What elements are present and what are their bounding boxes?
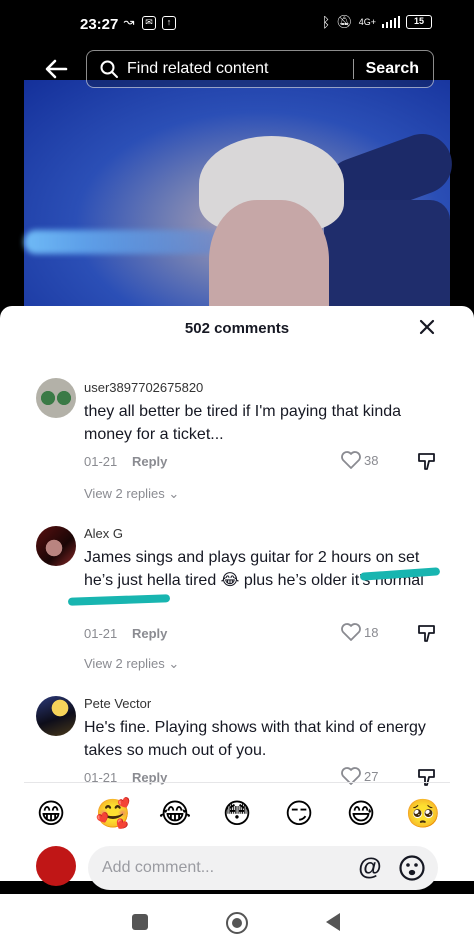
emoji-grin-button[interactable]: 😁 [31, 797, 71, 830]
battery-icon: 15 [406, 15, 432, 29]
video-frame [24, 80, 461, 314]
home-icon[interactable] [226, 912, 248, 934]
comment-text: He's fine. Playing shows with that kind … [84, 719, 426, 759]
network-type: 4G+ [358, 17, 376, 27]
comments-count-title: 502 comments [184, 320, 290, 337]
comment-composer: @ [0, 842, 474, 894]
status-bar: 23:27 ↝ ✉ ↑ ᛒ 🔕︎ 4G+ 15 [0, 0, 474, 44]
search-button[interactable]: Search [354, 60, 433, 78]
comment-username[interactable]: Pete Vector [84, 696, 151, 711]
missed-call-icon: ↝ [123, 14, 135, 29]
like-button[interactable]: 18 [340, 622, 378, 642]
heart-icon [341, 623, 361, 641]
comment-date: 01-21 [84, 454, 118, 469]
heart-icon [341, 767, 361, 785]
upload-icon: ↑ [162, 16, 176, 30]
close-icon[interactable] [414, 314, 440, 340]
mute-icon: 🔕︎ [336, 14, 353, 29]
emoji-laugh-button[interactable]: 😂 [155, 797, 195, 830]
back-icon[interactable] [326, 913, 340, 931]
reply-button[interactable]: Reply [132, 626, 167, 641]
avatar[interactable] [36, 526, 76, 566]
dislike-icon[interactable] [416, 622, 438, 644]
emoji-sweat-smile-button[interactable]: 😅 [341, 797, 381, 830]
comment-input[interactable] [88, 846, 438, 890]
like-button[interactable]: 27 [340, 766, 378, 786]
like-count: 38 [364, 452, 379, 468]
avatar[interactable] [36, 846, 76, 886]
dislike-icon[interactable] [416, 450, 438, 472]
heart-icon [341, 451, 361, 469]
search-icon [100, 60, 118, 78]
like-button[interactable]: 38 [340, 450, 378, 470]
system-nav-bar [0, 894, 474, 950]
emoji-picker-icon[interactable] [398, 854, 426, 882]
emoji-flushed-button[interactable]: 😳 [217, 797, 257, 830]
emoji-pleading-button[interactable]: 🥺 [403, 797, 443, 830]
search-input[interactable]: Find related content [127, 60, 353, 78]
view-replies-link[interactable]: View 2 replies ⌄ [84, 656, 179, 672]
avatar[interactable] [36, 378, 76, 418]
comment-text: James sings and plays guitar for 2 hours… [84, 549, 424, 589]
mail-icon: ✉ [142, 16, 156, 30]
avatar[interactable] [36, 696, 76, 736]
comment-username[interactable]: user3897702675820 [84, 380, 203, 395]
comment-text: they all better be tired if I'm paying t… [84, 403, 402, 443]
reply-button[interactable]: Reply [132, 454, 167, 469]
dislike-icon[interactable] [416, 766, 438, 788]
emoji-quick-bar: 😁 🥰 😂 😳 😏 😅 🥺 [0, 790, 474, 836]
comment-username[interactable]: Alex G [84, 526, 123, 541]
emoji-hearts-button[interactable]: 🥰 [93, 797, 133, 830]
status-time: 23:27 [80, 16, 119, 33]
back-arrow-icon[interactable] [40, 54, 72, 84]
search-bar[interactable]: Find related content Search [86, 50, 434, 88]
like-count: 18 [364, 624, 379, 640]
emoji-smirk-button[interactable]: 😏 [279, 797, 319, 830]
signal-icon [382, 16, 400, 28]
highlight-mark [67, 594, 171, 606]
recents-icon[interactable] [132, 914, 148, 930]
bluetooth-icon: ᛒ [321, 14, 331, 30]
view-replies-link[interactable]: View 2 replies ⌄ [84, 486, 179, 502]
comment-date: 01-21 [84, 626, 118, 641]
mention-button[interactable]: @ [356, 854, 384, 882]
